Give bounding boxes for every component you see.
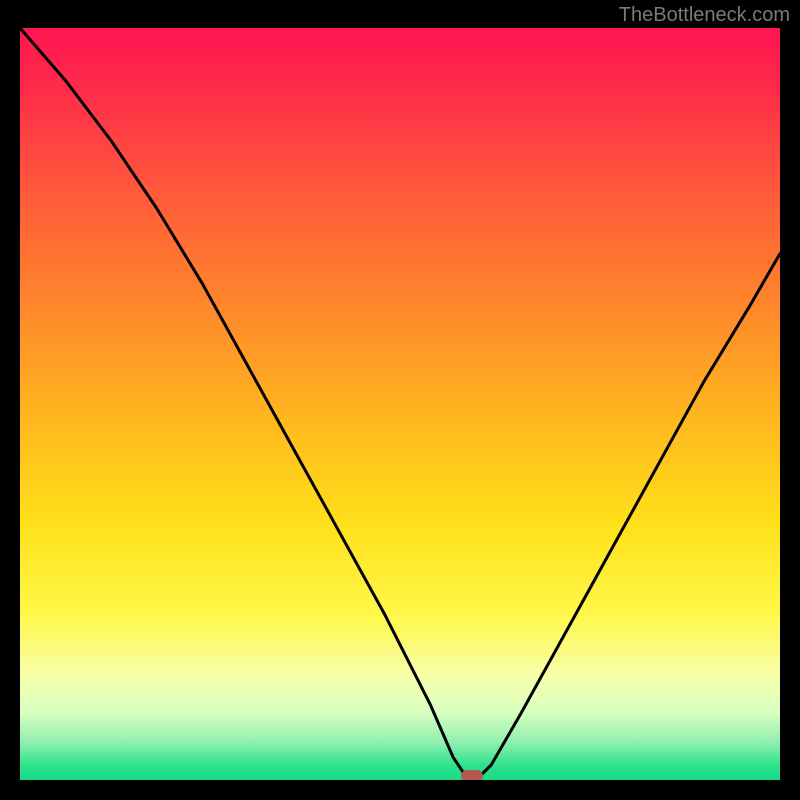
minimum-marker: [461, 770, 483, 780]
chart-plot-area: [20, 28, 780, 780]
bottleneck-curve: [20, 28, 780, 780]
curve-line: [20, 28, 780, 780]
watermark-text: TheBottleneck.com: [619, 4, 790, 27]
